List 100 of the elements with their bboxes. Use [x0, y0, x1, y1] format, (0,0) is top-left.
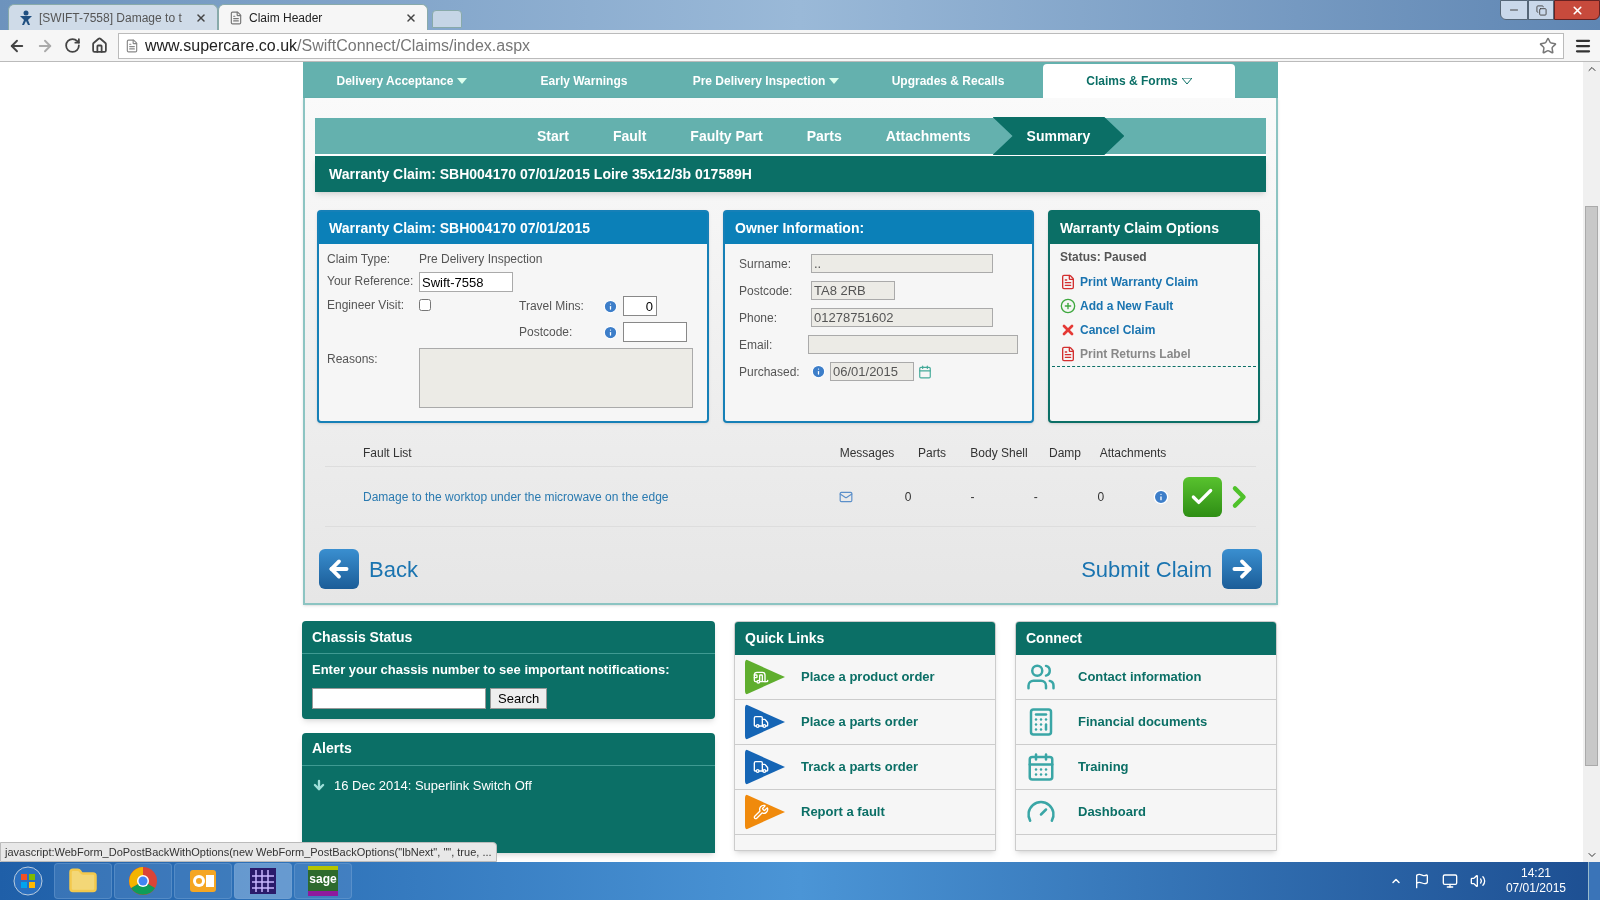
date-field[interactable]: 06/01/2015 [830, 362, 914, 381]
field-label: Travel Mins: [519, 298, 585, 315]
clock-date: 07/01/2015 [1505, 881, 1566, 896]
calendar-icon [1026, 752, 1056, 782]
tab-title: Claim Header [249, 9, 324, 27]
card-title: Owner Information: [735, 218, 865, 238]
owner-field[interactable]: .. [811, 254, 993, 273]
claim-type-value: Pre Delivery Inspection [419, 251, 544, 268]
column-header: Messages [838, 444, 896, 462]
close-icon [1570, 3, 1584, 17]
address-field[interactable]: www.supercare.co.uk/SwiftConnect/Claims/index.aspx [118, 32, 1564, 59]
show-desktop-button[interactable] [1588, 862, 1600, 900]
connect-link[interactable]: Training [1078, 757, 1129, 777]
quick-link[interactable]: Report a fault [801, 802, 885, 822]
home-icon[interactable] [91, 37, 108, 54]
claim-status: Status: Paused [1059, 249, 1148, 266]
nav-tab[interactable]: Claims & Forms [1043, 64, 1235, 98]
tab-title: [SWIFT-7558] Damage to t [39, 9, 183, 27]
add-icon [1060, 298, 1076, 314]
restore-icon [1535, 4, 1547, 16]
travel-mins-field[interactable]: 0 [623, 296, 657, 316]
field-label: Surname: [739, 255, 793, 273]
column-header: Fault List [362, 444, 413, 462]
close-tab-icon[interactable] [195, 11, 207, 24]
owner-field[interactable] [807, 335, 1018, 354]
windows-logo-icon [13, 866, 43, 896]
connect-link[interactable]: Financial documents [1078, 712, 1208, 732]
page-icon [229, 10, 243, 25]
column-header: Damp [1048, 444, 1082, 462]
taskbar-app[interactable] [174, 863, 232, 899]
fault-link[interactable]: Damage to the worktop under the microwave on the edge [325, 487, 812, 506]
owner-field[interactable]: TA8 2RB [811, 281, 895, 300]
option-link[interactable]: Print Warranty Claim [1080, 273, 1199, 291]
card-title: Quick Links [745, 629, 825, 648]
option-link[interactable]: Cancel Claim [1080, 321, 1156, 339]
card-title: Chassis Status [312, 627, 413, 647]
field-label: Claim Type: [327, 251, 392, 268]
quick-link[interactable]: Track a parts order [801, 757, 919, 777]
flag-icon[interactable] [1413, 873, 1430, 889]
option-link[interactable]: Add a New Fault [1080, 297, 1174, 315]
close-tab-icon[interactable] [405, 11, 417, 24]
table-cell-text: 0 [1096, 488, 1106, 506]
truck-icon [753, 759, 769, 775]
step-tab[interactable]: Summary [992, 117, 1125, 155]
info-icon[interactable] [603, 298, 618, 314]
postcode-field[interactable] [623, 322, 687, 342]
sage-logo: sage [308, 866, 338, 896]
back-button[interactable]: Back [319, 549, 418, 589]
claim-title: Warranty Claim: SBH004170 07/01/2015 Loire 35x12/3b 017589H [329, 164, 752, 184]
field-label: Phone: [739, 309, 779, 327]
card-title: Warranty Claim Options [1060, 218, 1219, 238]
network-icon[interactable] [1441, 873, 1458, 889]
info-icon[interactable] [1153, 488, 1170, 505]
quick-link[interactable]: Place a parts order [801, 712, 919, 732]
taskbar-app[interactable] [54, 863, 112, 899]
page-icon [125, 38, 139, 53]
field-label: Postcode: [519, 324, 574, 341]
calendar-icon[interactable] [918, 364, 932, 379]
volume-icon[interactable] [1469, 873, 1486, 889]
quick-link[interactable]: Place a product order [801, 667, 935, 687]
table-cell-text: 0 [903, 488, 913, 506]
reasons-field[interactable] [419, 348, 693, 408]
card-title: Connect [1026, 629, 1082, 648]
reload-icon[interactable] [64, 37, 81, 54]
taskbar-app[interactable]: sage [294, 863, 352, 899]
connect-link[interactable]: Contact information [1078, 667, 1202, 687]
truck-icon [753, 714, 769, 730]
bookmark-star-icon[interactable] [1539, 36, 1557, 55]
chassis-field[interactable] [312, 687, 486, 709]
column-header: Attachments [1098, 444, 1168, 462]
connect-link[interactable]: Dashboard [1078, 802, 1146, 822]
table-cell-text: - [969, 488, 976, 506]
card-title: Alerts [312, 739, 352, 758]
owner-field[interactable]: 01278751602 [811, 308, 993, 327]
scrollbar-thumb[interactable] [1585, 206, 1598, 766]
browser-tab[interactable]: Claim Header [218, 4, 428, 30]
clock-time: 14:21 [1520, 866, 1551, 881]
search-button[interactable]: Search [490, 687, 548, 709]
chassis-prompt: Enter your chassis number to see important notifications: [312, 661, 671, 679]
field-label: Engineer Visit: [327, 297, 406, 314]
reference-field[interactable]: Swift-7558 [419, 272, 513, 292]
approve-button[interactable] [1183, 476, 1222, 517]
table-cell-text: - [1032, 488, 1039, 506]
status-text: javascript:WebForm_DoPostBackWithOptions(new WebForm_PostBackOptions("lbNext", "", true, ... [5, 844, 492, 860]
column-header: Body Shell [969, 444, 1029, 462]
engineer-visit-checkbox[interactable] [419, 299, 431, 311]
cancel-icon [1060, 322, 1076, 338]
info-icon[interactable] [811, 364, 826, 379]
card-title: Warranty Claim: SBH004170 07/01/2015 [329, 218, 590, 238]
url-text: www.supercare.co.uk/SwiftConnect/Claims/index.aspx [145, 35, 532, 56]
restore-button[interactable] [1528, 0, 1554, 20]
taskbar-app[interactable] [234, 863, 292, 899]
browser-tab[interactable]: [SWIFT-7558] Damage to t [8, 4, 218, 30]
wrench-icon [753, 804, 769, 820]
grid-app-icon [248, 866, 278, 896]
info-icon[interactable] [603, 324, 618, 340]
taskbar-app[interactable] [114, 863, 172, 899]
submit-claim-button[interactable]: Submit Claim [1081, 549, 1262, 589]
minimize-button[interactable] [1500, 0, 1528, 20]
close-button[interactable] [1554, 0, 1600, 20]
